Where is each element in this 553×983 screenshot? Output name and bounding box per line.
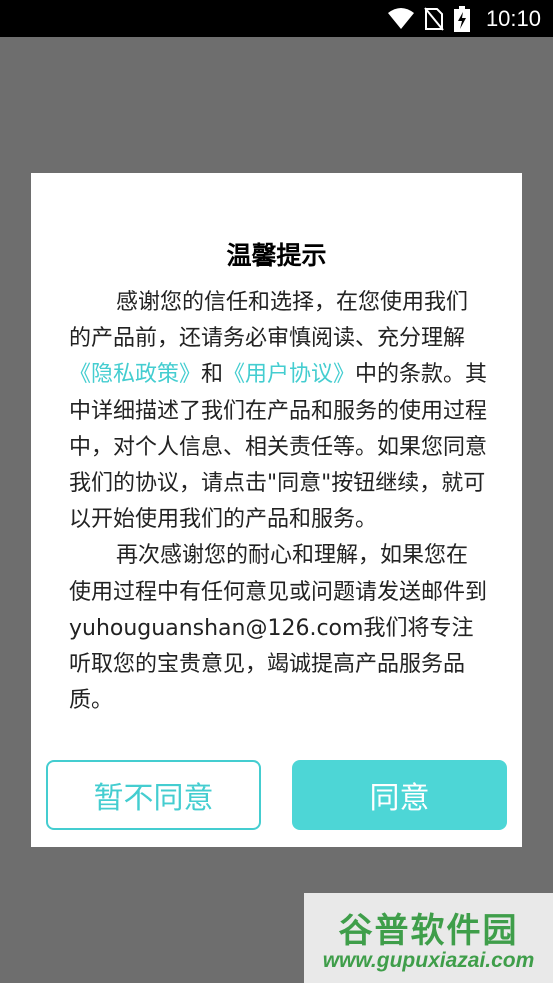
dialog-paragraph-1: 感谢您的信任和选择，在您使用我们的产品前，还请务必审慎阅读、充分理解《隐私政策》… <box>69 285 489 538</box>
paragraph-1-text-before: 感谢您的信任和选择，在您使用我们的产品前，还请务必审慎阅读、充分理解 <box>69 290 469 352</box>
paragraph-1-and: 和 <box>201 362 224 388</box>
clock: 10:10 <box>485 5 541 31</box>
status-icons: 10:10 <box>387 0 541 37</box>
dialog-body: 感谢您的信任和选择，在您使用我们的产品前，还请务必审慎阅读、充分理解《隐私政策》… <box>69 285 489 719</box>
dialog-paragraph-2: 再次感谢您的耐心和理解，如果您在使用过程中有任何意见或问题请发送邮件到yuhou… <box>69 538 489 719</box>
paragraph-1-text-after: 中的条款。其中详细描述了我们在产品和服务的使用过程中，对个人信息、相关责任等。如… <box>69 362 488 533</box>
battery-charging-icon <box>453 5 470 32</box>
no-sim-icon <box>424 6 444 31</box>
paragraph-2-text: 再次感谢您的耐心和理解，如果您在使用过程中有任何意见或问题请发送邮件到yuhou… <box>69 543 488 714</box>
dialog-title: 温馨提示 <box>226 241 327 270</box>
watermark-brand: 谷普软件园 <box>338 911 519 951</box>
user-agreement-link[interactable]: 《用户协议》 <box>223 362 355 387</box>
watermark: 谷普软件园 www.gupuxiazai.com <box>304 893 553 983</box>
status-bar: 10:10 <box>0 0 553 37</box>
wifi-icon <box>387 7 414 30</box>
agree-button[interactable]: 同意 <box>292 760 507 830</box>
privacy-policy-link[interactable]: 《隐私政策》 <box>69 362 201 387</box>
watermark-url: www.gupuxiazai.com <box>322 949 535 972</box>
decline-button[interactable]: 暂不同意 <box>46 760 261 830</box>
